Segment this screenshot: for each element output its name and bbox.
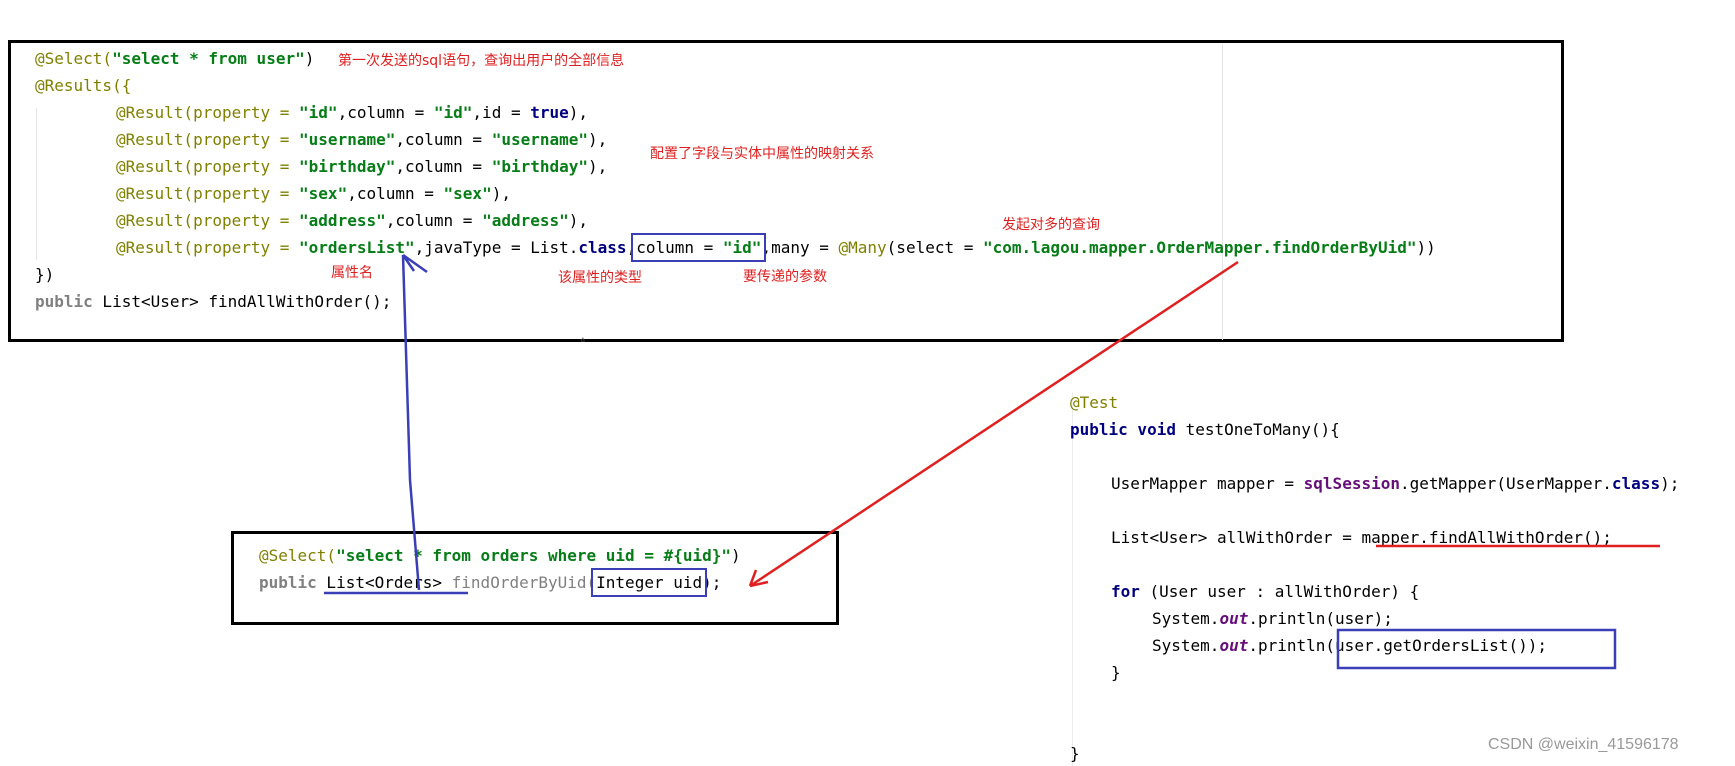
code-line-results-open: @Results({ <box>35 76 132 95</box>
code-line-result-username: @Result(property = "username",column = "… <box>116 130 608 149</box>
note-mapping: 配置了字段与实体中属性的映射关系 <box>650 146 874 162</box>
code-line-for-close: } <box>1111 663 1121 682</box>
code-line-findallwithorder: public List<User> findAllWithOrder(); <box>35 292 392 311</box>
code-line-results-close: }) <box>35 265 55 284</box>
top-panel-indent-guide <box>36 108 37 260</box>
column-id-highlight: column = "id" <box>631 233 767 262</box>
note-property-name: 属性名 <box>331 265 373 281</box>
code-line-get-mapper: UserMapper mapper = sqlSession.getMapper… <box>1111 474 1680 493</box>
code-line-for-loop: for (User user : allWithOrder) { <box>1111 582 1420 601</box>
note-param: 要传递的参数 <box>743 269 827 285</box>
find-all-call-underlined: mapper.findAllWithOrder(); <box>1361 528 1612 547</box>
top-panel-gutter-line <box>1222 44 1223 340</box>
code-line-result-id: @Result(property = "id",column = "id",id… <box>116 103 589 122</box>
code-line-println-user: System.out.println(user); <box>1152 609 1393 628</box>
note-property-type: 该属性的类型 <box>558 270 642 286</box>
code-line-result-address: @Result(property = "address",column = "a… <box>116 211 589 230</box>
csdn-watermark: CSDN @weixin_41596178 <box>1488 736 1679 753</box>
code-line-select-orders: @Select("select * from orders where uid … <box>259 546 741 565</box>
code-line-test-signature: public void testOneToMany(){ <box>1070 420 1340 439</box>
code-line-all-with-order: List<User> allWithOrder = mapper.findAll… <box>1111 528 1612 547</box>
note-first-sql: 第一次发送的sql语句，查询出用户的全部信息 <box>338 53 625 69</box>
code-line-select-user: @Select("select * from user") <box>35 49 315 68</box>
code-line-findorderbyuid: public List<Orders> findOrderByUid(Integ… <box>259 568 722 597</box>
code-line-result-sex: @Result(property = "sex",column = "sex")… <box>116 184 511 203</box>
code-line-println-orders: System.out.println(user.getOrdersList())… <box>1152 636 1547 655</box>
code-line-test-annotation: @Test <box>1070 393 1119 412</box>
uid-param-highlight: Integer uid <box>591 568 708 597</box>
code-line-result-orderslist: @Result(property = "ordersList",javaType… <box>116 233 1436 262</box>
note-one-to-many: 发起对多的查询 <box>1002 217 1100 233</box>
code-line-method-close: } <box>1070 744 1080 763</box>
test-panel-gutter-line <box>1072 392 1073 766</box>
code-line-result-birthday: @Result(property = "birthday",column = "… <box>116 157 608 176</box>
